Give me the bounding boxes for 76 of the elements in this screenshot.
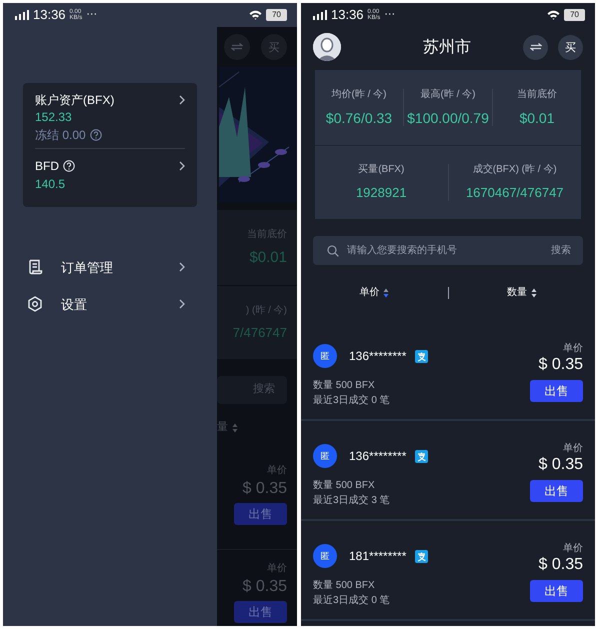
sell-button[interactable]: 出售 — [530, 480, 583, 502]
sort-label[interactable]: 数量 — [506, 287, 527, 299]
stat-label: 当前底价 — [517, 88, 557, 101]
battery-level: 70 — [266, 9, 287, 21]
sort-label[interactable]: 单价 — [359, 287, 380, 299]
search-icon — [327, 244, 339, 256]
battery-level: 70 — [564, 9, 585, 21]
signal-icon — [313, 10, 327, 20]
stat-label: 买量(BFX) — [358, 164, 404, 176]
city-title: 苏州市 — [422, 38, 472, 58]
receipt-icon — [27, 259, 43, 276]
clock-time: 13:36 — [33, 7, 66, 23]
more-indicator: ··· — [86, 8, 98, 22]
price-label: 单价 — [267, 563, 287, 575]
help-icon — [90, 128, 102, 141]
recent-trades: 最近3日成交 0 笔 — [313, 595, 391, 607]
asset-label: 账户资产(BFX) — [35, 93, 114, 108]
stat-value: 7/476747 — [232, 324, 287, 340]
price-label: 单价 — [563, 443, 583, 455]
unit-price: $ 0.35 — [538, 555, 583, 574]
menu-item[interactable]: 订单管理 — [3, 248, 217, 286]
chevron-icon — [179, 161, 185, 172]
asset-label: BFD — [35, 159, 59, 174]
payment-app-icon — [415, 450, 428, 462]
swap-button[interactable] — [523, 34, 548, 60]
stat-label: ) (昨 / 今) — [246, 304, 287, 317]
frozen-amount: 冻结 0.00 — [35, 128, 86, 142]
unit-price: $ 0.35 — [538, 355, 583, 374]
stat-label: 当前底价 — [247, 228, 287, 240]
asset-value: 152.33 — [35, 110, 73, 125]
stat-value: $0.01 — [519, 110, 555, 126]
wifi-icon — [249, 10, 262, 20]
quantity-text: 数量 500 BFX — [313, 480, 376, 492]
sort-arrows-icon — [232, 423, 238, 433]
recent-trades: 最近3日成交 0 笔 — [313, 395, 391, 407]
stat-value: $100.00/0.79 — [407, 110, 489, 126]
stat-value: $0.76/0.33 — [326, 110, 392, 126]
chevron-icon — [179, 95, 185, 106]
chevron-icon — [179, 299, 185, 310]
wifi-icon — [547, 10, 560, 20]
price-label: 单价 — [267, 465, 287, 477]
quantity-text: 数量 500 BFX — [313, 380, 376, 392]
settings-icon — [27, 296, 43, 312]
stat-value: 1670467/476747 — [466, 185, 564, 201]
phone-number: 136******** — [349, 448, 406, 464]
phone-number: 136******** — [349, 348, 406, 364]
stat-value: 1928921 — [356, 185, 407, 201]
sell-button[interactable]: 出售 — [530, 380, 583, 402]
unit-price: $ 0.35 — [242, 479, 287, 498]
stat-value: $0.01 — [249, 248, 287, 266]
search-field[interactable]: 请输入您要搜索的手机号 搜索 — [313, 236, 583, 265]
signal-icon — [15, 10, 29, 20]
anonymous-badge: 匿 — [313, 444, 337, 468]
anonymous-badge: 匿 — [313, 544, 337, 568]
quantity-text: 数量 500 BFX — [313, 580, 376, 592]
stat-label: 均价(昨 / 今) — [332, 88, 386, 101]
anonymous-badge: 匿 — [313, 344, 337, 368]
price-label: 单价 — [563, 543, 583, 555]
search-button[interactable]: 搜索 — [551, 244, 571, 256]
avatar[interactable] — [313, 33, 341, 61]
menu-item[interactable]: 设置 — [3, 286, 217, 323]
more-indicator: ··· — [384, 8, 396, 22]
payment-app-icon — [415, 550, 428, 562]
phone-number: 181******** — [349, 548, 406, 564]
unit-price: $ 0.35 — [242, 577, 287, 596]
recent-trades: 最近3日成交 3 笔 — [313, 495, 391, 507]
chevron-icon — [179, 262, 185, 272]
clock-time: 13:36 — [331, 7, 364, 23]
stat-label: 最高(昨 / 今) — [420, 88, 476, 101]
sell-button[interactable]: 出售 — [530, 580, 583, 602]
payment-app-icon — [415, 350, 428, 362]
price-label: 单价 — [563, 343, 583, 355]
asset-value: 140.5 — [35, 176, 66, 191]
stat-label: 成交(BFX) (昨 / 今) — [472, 164, 557, 176]
unit-price: $ 0.35 — [538, 455, 583, 474]
buy-button[interactable]: 买 — [558, 34, 583, 60]
